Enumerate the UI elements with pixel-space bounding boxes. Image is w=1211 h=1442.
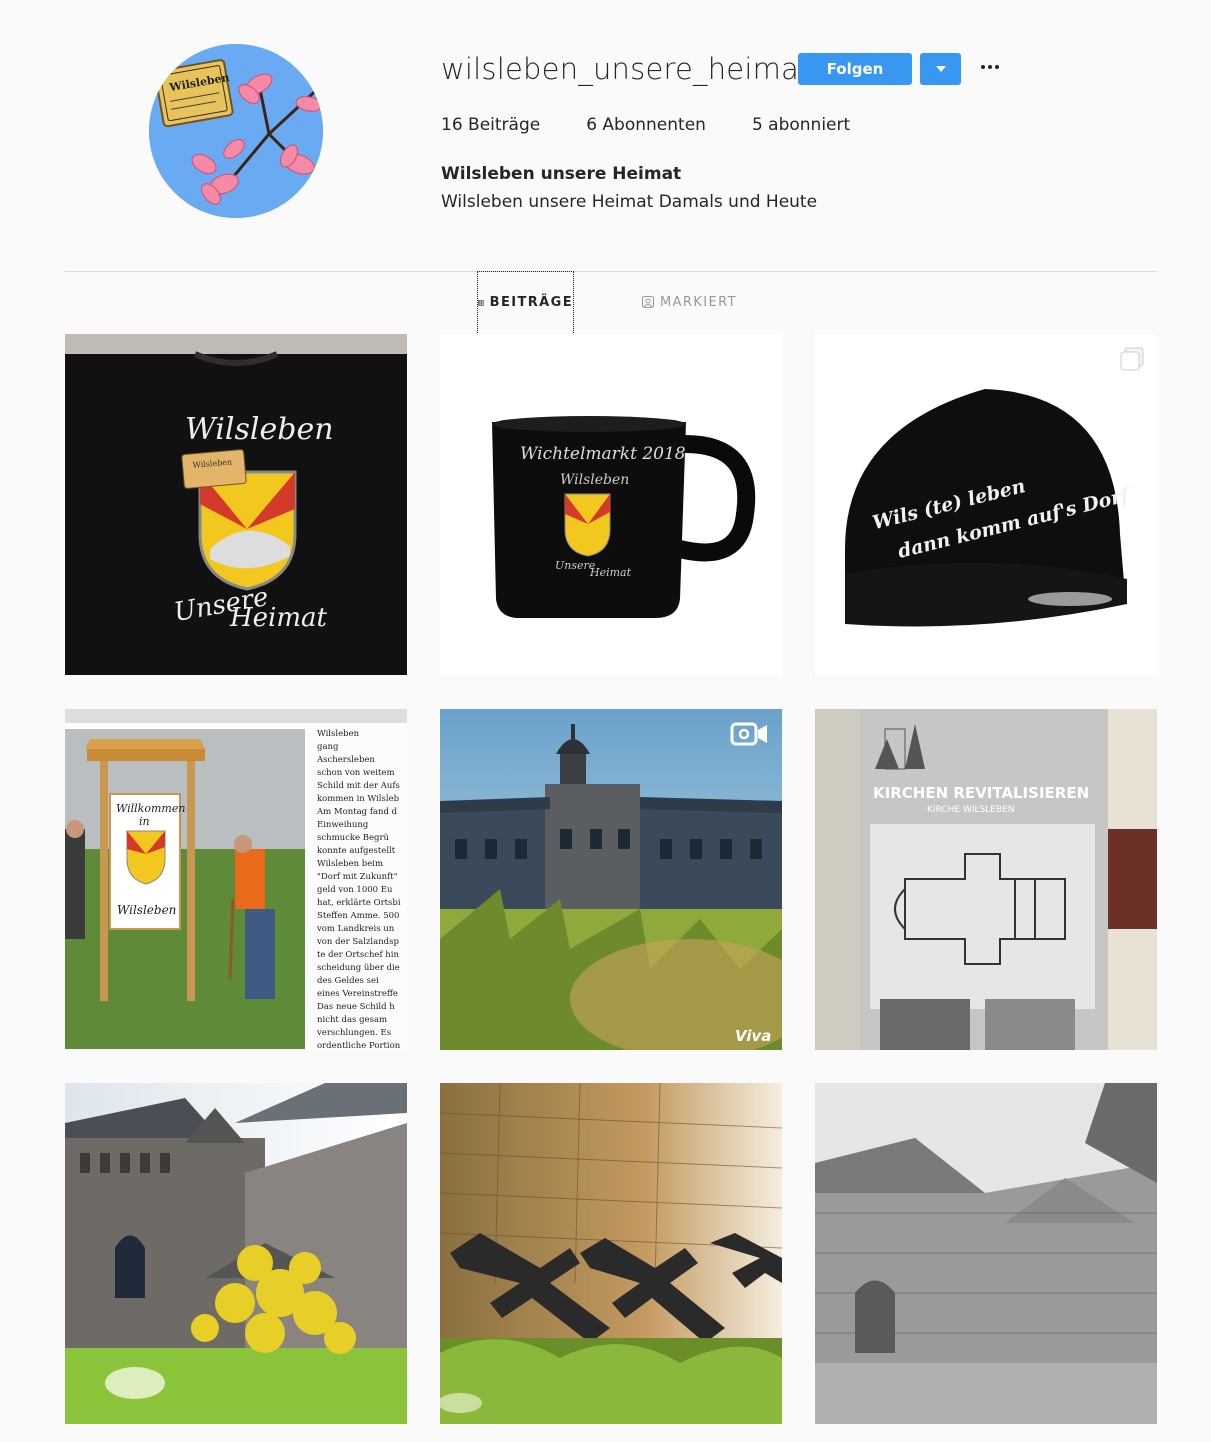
mug-sub: Wilsleben: [560, 472, 629, 488]
svg-text:Steffen Amme. 500: Steffen Amme. 500: [317, 911, 399, 921]
post-church-spring[interactable]: [65, 1083, 407, 1424]
posts-count: 16 Beiträge: [441, 115, 541, 135]
svg-text:ordentliche Portion: ordentliche Portion: [317, 1041, 401, 1050]
profile-bio: Wilsleben unsere Heimat Damals und Heute: [441, 192, 818, 212]
carousel-icon: [1120, 347, 1144, 371]
post-image: Wilsleben Wilsleben Unsere Heimat: [65, 334, 407, 675]
svg-text:vom Landkreis un: vom Landkreis un: [316, 924, 395, 934]
svg-text:verschlungen. Es: verschlungen. Es: [316, 1028, 391, 1038]
svg-text:Aschersleben: Aschersleben: [316, 755, 375, 765]
post-cap[interactable]: Wils (te) leben dann komm auf's Dorf: [815, 334, 1157, 675]
more-options-button[interactable]: [978, 56, 1002, 78]
more-dot-icon: [981, 65, 985, 69]
svg-text:gang: gang: [317, 742, 339, 752]
svg-text:hat, erklärte Ortsbi: hat, erklärte Ortsbi: [317, 898, 401, 908]
tab-posts-label: BEITRÄGE: [489, 295, 573, 310]
tshirt-title: Wilsleben: [185, 412, 334, 447]
followers-count[interactable]: 6 Abonnenten: [586, 115, 706, 135]
svg-text:nicht das gesam: nicht das gesam: [317, 1015, 387, 1025]
more-dot-icon: [988, 65, 992, 69]
grid-icon: [478, 299, 484, 306]
svg-text:Einweihung: Einweihung: [317, 820, 369, 830]
svg-text:geld von 1000 Eu: geld von 1000 Eu: [317, 885, 393, 895]
newspaper-text: Wilsleben gang Aschersleben schon von we…: [316, 729, 401, 1050]
sign-text-1: Willkommen: [116, 802, 185, 815]
post-church-sketch[interactable]: [815, 1083, 1157, 1424]
svg-text:te der Ortschef hin: te der Ortschef hin: [317, 950, 400, 960]
svg-text:von der Salzlandsp: von der Salzlandsp: [316, 937, 399, 947]
following-count[interactable]: 5 abonniert: [752, 115, 850, 135]
post-tshirt[interactable]: Wilsleben Wilsleben Unsere Heimat: [65, 334, 407, 675]
tshirt-caption2: Heimat: [229, 603, 328, 633]
mug-caption2: Heimat: [589, 566, 632, 579]
profile-header: Wilsleben wilsleben_unsere_heimat Folgen…: [0, 0, 1211, 272]
tabs-divider: [65, 271, 1157, 272]
svg-text:Am Montag fand d: Am Montag fand d: [316, 807, 398, 817]
video-watermark: Viva: [735, 1027, 771, 1045]
more-dot-icon: [995, 65, 999, 69]
tagged-user-icon: [642, 296, 654, 308]
post-image: KIRCHEN REVITALISIEREN KIRCHE WILSLEBEN: [815, 709, 1157, 1050]
svg-text:eines Vereinstreffe: eines Vereinstreffe: [317, 989, 398, 999]
follow-button[interactable]: Folgen: [798, 53, 912, 85]
post-crosses[interactable]: [440, 1083, 782, 1424]
post-image: [815, 1083, 1157, 1424]
svg-text:kommen in Wilsleb: kommen in Wilsleb: [317, 794, 400, 804]
post-image: [65, 1083, 407, 1424]
plan-subheading: KIRCHE WILSLEBEN: [927, 805, 1015, 815]
plan-heading: KIRCHEN REVITALISIEREN: [873, 784, 1089, 802]
svg-text:scheidung über die: scheidung über die: [317, 963, 400, 973]
profile-avatar[interactable]: Wilsleben: [149, 44, 323, 218]
video-icon: [730, 722, 767, 746]
svg-text:Wilsleben: Wilsleben: [317, 729, 360, 739]
post-castle[interactable]: Viva: [440, 709, 782, 1050]
tab-tagged-label: MARKIERT: [660, 294, 737, 310]
svg-text:schon von weitem: schon von weitem: [317, 768, 395, 778]
svg-text:schmucke Begrü: schmucke Begrü: [317, 833, 390, 843]
svg-text:"Dorf mit Zukunft": "Dorf mit Zukunft": [317, 872, 398, 882]
post-image: Wichtelmarkt 2018 Wilsleben Unsere Heima…: [440, 334, 782, 675]
profile-full-name: Wilsleben unsere Heimat: [441, 164, 682, 184]
post-newspaper[interactable]: Willkommen in Wilsleben Wilsleben gang A…: [65, 709, 407, 1050]
post-image: [440, 1083, 782, 1424]
sign-text-2: in: [139, 815, 150, 828]
sign-text-3: Wilsleben: [117, 903, 176, 917]
svg-text:konnte aufgestellt: konnte aufgestellt: [317, 846, 396, 856]
chevron-down-icon: [935, 66, 946, 72]
post-mug[interactable]: Wichtelmarkt 2018 Wilsleben Unsere Heima…: [440, 334, 782, 675]
post-image: Viva: [440, 709, 782, 1050]
post-image: Wils (te) leben dann komm auf's Dorf: [815, 334, 1157, 675]
profile-stats: 16 Beiträge 6 Abonnenten 5 abonniert: [441, 115, 896, 135]
profile-username: wilsleben_unsere_heimat: [441, 52, 811, 86]
post-church-plan[interactable]: KIRCHEN REVITALISIEREN KIRCHE WILSLEBEN: [815, 709, 1157, 1050]
tab-posts[interactable]: BEITRÄGE: [477, 271, 574, 333]
svg-text:Schild mit der Aufs: Schild mit der Aufs: [317, 781, 400, 791]
post-image: Willkommen in Wilsleben Wilsleben gang A…: [65, 709, 407, 1050]
suggestions-dropdown-button[interactable]: [920, 53, 961, 85]
mug-title: Wichtelmarkt 2018: [520, 444, 686, 464]
svg-text:des Geldes sei: des Geldes sei: [317, 976, 379, 986]
tab-tagged[interactable]: MARKIERT: [642, 271, 752, 333]
svg-text:Wilsleben beim: Wilsleben beim: [317, 859, 383, 869]
svg-text:Das neue Schild h: Das neue Schild h: [317, 1002, 395, 1012]
